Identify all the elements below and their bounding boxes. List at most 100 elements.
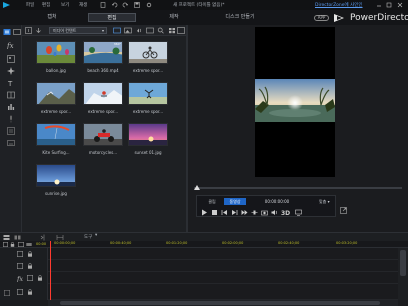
media-clip[interactable]: extreme spor... [128,82,168,114]
more-options-icon[interactable] [177,27,185,34]
storyboard-view-icon[interactable] [14,234,21,241]
timeline-playhead[interactable] [50,241,51,301]
track-visibility-checkbox[interactable] [27,275,33,281]
audio-track[interactable] [48,260,398,272]
fast-forward-icon[interactable] [241,209,248,216]
media-clip[interactable]: extreme spor... [36,82,76,114]
app-badge[interactable]: APP [314,15,329,21]
clip-mode-button[interactable]: 클립 [201,198,223,205]
filter-image-icon[interactable] [124,27,132,34]
preview-scrubber-handle[interactable] [194,185,200,190]
timeline-view-icon[interactable] [3,234,10,241]
tab-edit[interactable]: 편집 [88,13,136,22]
subtitle-room-icon[interactable] [7,139,15,147]
clip-thumbnail [128,123,168,146]
filter-audio-icon[interactable] [135,27,143,34]
zoom-timeline-icon[interactable] [26,242,32,247]
track-manager-icon[interactable] [3,242,8,247]
360-badge-icon: 360° [113,42,121,46]
media-clip[interactable]: Kite Surfing... [36,123,76,155]
particle-room-icon[interactable] [7,67,15,75]
download-media-icon[interactable] [35,27,42,34]
play-icon[interactable] [201,209,208,216]
title-room-icon[interactable]: T [7,79,15,87]
media-clip[interactable]: sunset 01.jpg [128,123,168,155]
filter-video-icon[interactable] [113,27,121,34]
media-clip[interactable]: extreme spor... [83,82,123,114]
fx-track[interactable] [48,272,398,284]
new-icon[interactable] [100,2,106,8]
library-filter-dropdown[interactable]: 미디어 컨텐트 ▾ [49,27,107,34]
tab-create-disc[interactable]: 디스크 만들기 [212,13,268,22]
menu-edit[interactable]: 편집 [42,2,50,8]
trim-icon[interactable] [56,234,64,241]
tab-produce[interactable]: 제작 [150,13,198,22]
track-visibility-checkbox[interactable] [17,289,23,295]
snapshot-icon[interactable] [261,209,268,216]
close-icon[interactable] [397,2,403,8]
tools-menu[interactable]: 도구 [84,234,92,240]
filter-color-board-icon[interactable] [146,27,154,34]
app-logo-icon[interactable] [3,2,10,8]
movie-mode-button[interactable]: 동영상 [224,198,246,205]
minimize-icon[interactable] [376,2,382,8]
video-track[interactable] [48,248,398,260]
chapter-room-icon[interactable] [7,127,15,135]
add-track-icon[interactable] [4,290,10,296]
split-clip-icon[interactable] [40,234,48,241]
menu-play[interactable]: 재생 [79,2,87,8]
track-lock-icon[interactable] [27,251,33,257]
display-options-icon[interactable] [295,209,302,216]
media-clip[interactable]: ballon.jpg [36,41,76,73]
voiceover-room-icon[interactable] [7,115,15,123]
search-icon[interactable] [157,27,165,34]
directorzone-signin-link[interactable]: DirectorZone에 사인인 [315,2,363,8]
media-clip[interactable]: sunrise.jpg [36,164,76,196]
stop-icon[interactable] [211,209,218,216]
undo-icon[interactable] [112,2,118,8]
transition-room-icon[interactable] [7,91,15,99]
audio-mixing-room-icon[interactable] [7,103,15,111]
preview-scrubber-track[interactable] [194,187,402,189]
tab-capture[interactable]: 캡처 [28,13,76,22]
settings-icon[interactable] [146,2,152,8]
track-visibility-checkbox[interactable] [17,263,23,269]
scrollbar-thumb[interactable] [400,250,406,276]
import-media-icon[interactable] [25,27,32,34]
ruler-label: 00:03:20;00 [336,241,358,245]
clip-thumbnail [83,82,123,105]
clip-name: ballon.jpg [46,68,66,73]
3d-mode-icon[interactable]: 3D [281,209,293,216]
save-icon[interactable] [134,2,140,8]
track-visibility-checkbox[interactable] [17,251,23,257]
fx-room-icon[interactable]: fx [7,41,15,49]
media-import-icon[interactable] [13,28,21,36]
media-clip[interactable]: extreme spor... [128,41,168,73]
timeline-vertical-scrollbar[interactable] [398,248,408,300]
overlay-track[interactable] [48,284,398,300]
redo-icon[interactable] [122,2,128,8]
scrollbar-thumb[interactable] [60,301,380,305]
slider-icon[interactable] [251,209,258,216]
track-lock-icon[interactable] [37,275,43,281]
menu-file[interactable]: 파일 [26,2,34,8]
track-lock-icon[interactable] [27,289,33,295]
previous-frame-icon[interactable] [221,209,228,216]
menu-view[interactable]: 보기 [61,2,69,8]
media-room-icon[interactable] [3,28,11,36]
fit-timeline-icon[interactable] [18,242,24,247]
pip-room-icon[interactable] [7,55,15,63]
undock-preview-icon[interactable] [340,207,347,214]
timeline-ruler[interactable]: 00:00 00:00:00;00 00:00:40;00 00:01:20;0… [0,241,408,248]
track-lock-icon[interactable] [27,263,33,269]
volume-icon[interactable] [271,209,278,216]
media-clip[interactable]: motorcycles... [83,123,123,155]
maximize-icon[interactable] [386,2,392,8]
zoom-fit-dropdown[interactable]: 맞춤 ▾ [319,198,343,205]
media-clip[interactable]: 360° beach 360.mp4 [83,41,123,73]
lock-tracks-icon[interactable] [10,242,15,247]
svg-text:T: T [7,80,13,87]
next-frame-icon[interactable] [231,209,238,216]
grid-view-icon[interactable] [168,27,176,34]
clip-name: motorcycles... [88,150,118,155]
